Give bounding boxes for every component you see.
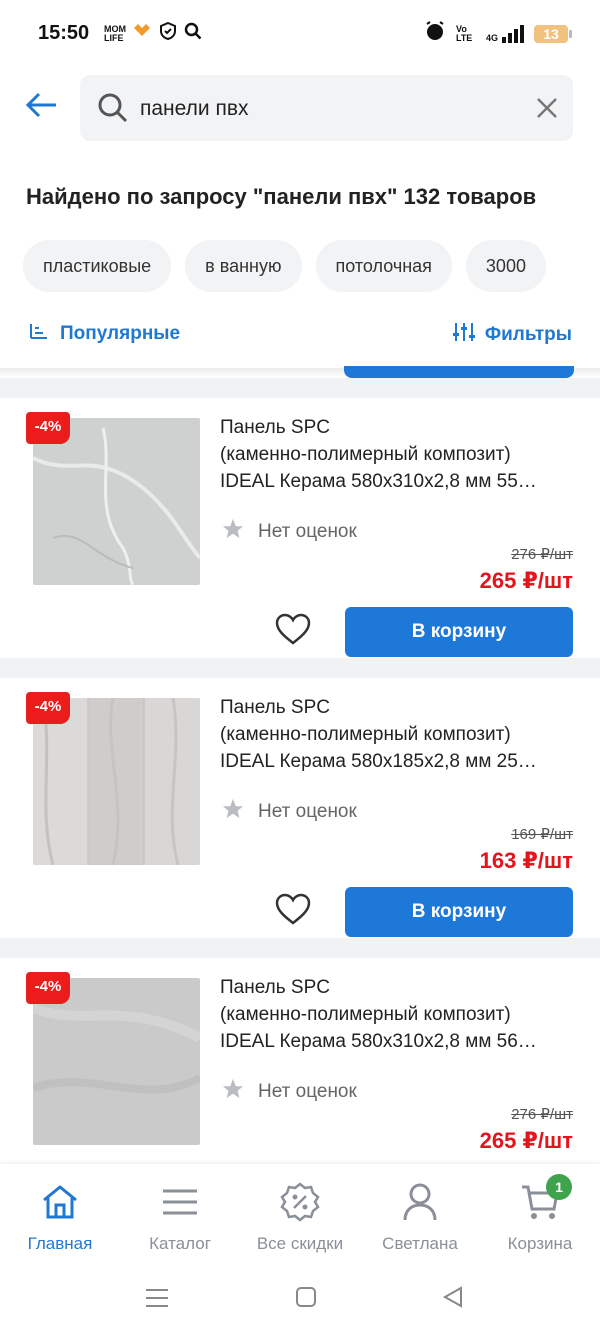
star-icon	[222, 1078, 244, 1106]
product-card[interactable]: -4% Панель SPC (каменно-полимерный компо…	[0, 958, 600, 1148]
results-title: Найдено по запросу "панели пвх" 132 това…	[26, 184, 537, 209]
menu-icon	[120, 1180, 240, 1224]
product-list: -4% Панель SPC (каменно-полимерный компо…	[0, 378, 600, 1148]
nav-cart[interactable]: 1 Корзина	[480, 1174, 600, 1254]
product-card[interactable]: -4% Панель SPC (каменно-полимерный компо…	[0, 678, 600, 938]
chip-3000[interactable]: 3000	[465, 240, 546, 292]
back-button[interactable]	[24, 88, 68, 128]
old-price: 276 ₽/шт	[511, 1106, 573, 1123]
discount-badge: -4%	[26, 692, 70, 724]
add-to-cart-button[interactable]: В корзину	[345, 887, 573, 937]
filters-button[interactable]: Фильтры	[452, 322, 572, 348]
heart-icon	[275, 613, 311, 645]
discount-icon	[240, 1180, 360, 1224]
shield-icon	[160, 21, 176, 45]
arrow-left-icon	[25, 92, 56, 118]
rating: Нет оценок	[222, 798, 357, 826]
discount-badge: -4%	[26, 412, 70, 444]
cart-icon: 1	[480, 1174, 600, 1224]
nav-home[interactable]: Главная	[0, 1180, 120, 1254]
cart-count-badge: 1	[546, 1174, 572, 1200]
nav-profile[interactable]: Светлана	[360, 1180, 480, 1254]
old-price: 276 ₽/шт	[511, 546, 573, 563]
home-icon	[0, 1180, 120, 1224]
alarm-icon	[424, 20, 446, 47]
suggestion-chips: пластиковые в ванную потолочная 3000	[23, 240, 546, 292]
battery-icon: 13	[534, 24, 572, 43]
sort-icon	[30, 322, 48, 346]
price: 163 ₽/шт	[479, 848, 573, 873]
star-icon	[222, 798, 244, 826]
nav-discounts[interactable]: Все скидки	[240, 1180, 360, 1254]
previous-cart-button-edge[interactable]	[344, 366, 574, 378]
recent-apps-icon[interactable]	[146, 1288, 168, 1313]
mom-life-icon: MOM LIFE	[104, 23, 126, 43]
chip-plastic[interactable]: пластиковые	[23, 240, 172, 292]
star-icon	[222, 518, 244, 546]
search-icon	[96, 91, 130, 130]
discount-badge: -4%	[26, 972, 70, 1004]
search-query: панели пвх	[140, 97, 249, 120]
signal-icon: 4G	[486, 24, 524, 43]
filters-label: Фильтры	[484, 324, 572, 345]
bottom-navigation: Главная Каталог Все скидки Светлана 1 Ко…	[0, 1164, 600, 1264]
favorite-button[interactable]	[274, 892, 312, 931]
product-title[interactable]: Панель SPC (каменно-полимерный композит)…	[220, 974, 572, 1055]
nav-catalog[interactable]: Каталог	[120, 1180, 240, 1254]
product-title[interactable]: Панель SPC (каменно-полимерный композит)…	[220, 414, 572, 495]
sort-button[interactable]: Популярные	[30, 322, 180, 346]
status-bar: 15:50 MOM LIFE Vo LTE 4G 13	[0, 0, 600, 68]
back-system-icon[interactable]	[442, 1286, 464, 1313]
price: 265 ₽/шт	[479, 1128, 573, 1148]
rating: Нет оценок	[222, 518, 357, 546]
filters-icon	[452, 322, 475, 348]
rating: Нет оценок	[222, 1078, 357, 1106]
volte-icon: Vo LTE	[455, 23, 473, 43]
product-card[interactable]: -4% Панель SPC (каменно-полимерный компо…	[0, 398, 600, 658]
user-icon	[360, 1180, 480, 1224]
product-title[interactable]: Панель SPC (каменно-полимерный композит)…	[220, 694, 572, 775]
search-input[interactable]: панели пвх	[80, 75, 573, 141]
status-time: 15:50	[38, 22, 90, 44]
add-to-cart-button[interactable]: В корзину	[345, 607, 573, 657]
clear-search-icon[interactable]	[535, 96, 559, 125]
favorite-button[interactable]	[274, 612, 312, 651]
system-navigation	[0, 1264, 600, 1332]
chip-ceiling[interactable]: потолочная	[315, 240, 452, 292]
heart-icon	[275, 893, 311, 925]
hearts-icon	[132, 22, 152, 45]
sort-label: Популярные	[60, 323, 181, 344]
chip-bathroom[interactable]: в ванную	[185, 240, 302, 292]
home-system-icon[interactable]	[295, 1286, 317, 1313]
price: 265 ₽/шт	[479, 568, 573, 593]
old-price: 169 ₽/шт	[511, 826, 573, 843]
search-status-icon	[184, 22, 202, 45]
